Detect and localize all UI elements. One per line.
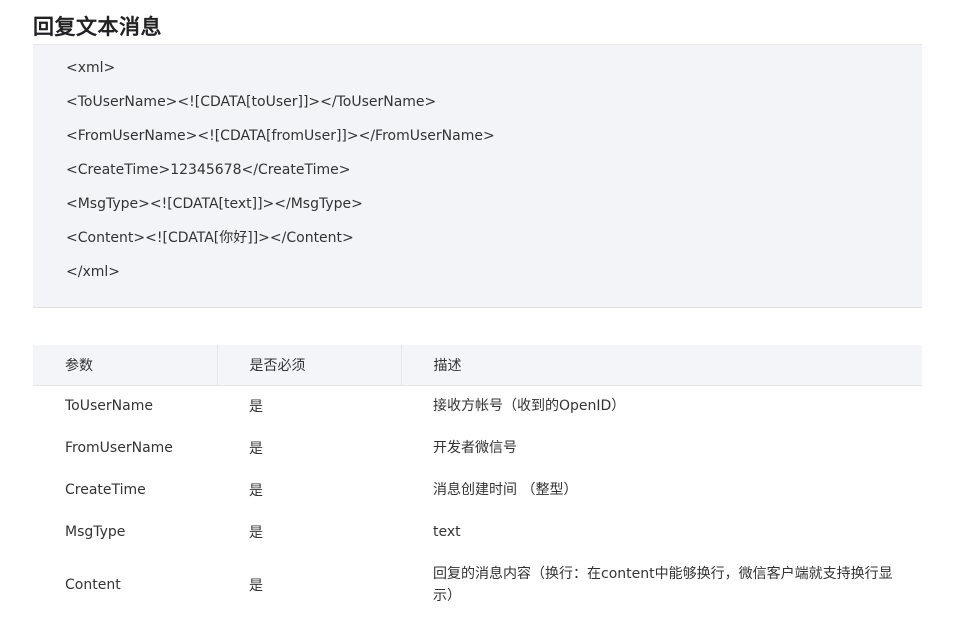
param-description: 接收方帐号（收到的OpenID） [433,398,626,415]
table-row: Content 是 回复的消息内容（换行：在content中能够换行，微信客户端… [33,553,922,617]
code-line: </xml> [66,264,120,280]
xml-code-block: <xml> <ToUserName><![CDATA[toUser]]></To… [33,44,922,308]
header-required: 是否必须 [217,345,402,386]
params-table: 参数 是否必须 描述 ToUserName 是 接收方帐号（收到的OpenID）… [33,345,922,617]
param-description: text [433,524,461,540]
param-required: 是 [249,483,263,499]
param-name: FromUserName [65,440,173,456]
table-row: ToUserName 是 接收方帐号（收到的OpenID） [33,385,922,427]
param-description: 开发者微信号 [433,440,517,456]
param-name: Content [65,577,121,593]
param-name: ToUserName [65,398,153,415]
table-row: FromUserName 是 开发者微信号 [33,427,922,469]
table-header-row: 参数 是否必须 描述 [33,345,922,386]
param-name: MsgType [65,524,126,540]
param-required: 是 [249,399,263,416]
param-required: 是 [249,578,263,594]
param-name: CreateTime [65,482,146,498]
header-param: 参数 [33,345,218,386]
header-description: 描述 [401,345,922,386]
code-line: <Content><![CDATA[你好]]></Content> [66,230,354,246]
doc-page: 回复文本消息 <xml> <ToUserName><![CDATA[toUser… [0,0,957,620]
param-required: 是 [249,525,263,541]
section-title: 回复文本消息 [33,15,162,39]
code-line: <CreateTime>12345678</CreateTime> [66,162,351,178]
code-line: <FromUserName><![CDATA[fromUser]]></From… [66,128,495,144]
code-line: <MsgType><![CDATA[text]]></MsgType> [66,196,363,212]
code-line: <xml> [66,60,116,76]
table-row: CreateTime 是 消息创建时间 （整型） [33,469,922,511]
param-description: 回复的消息内容（换行：在content中能够换行，微信客户端就支持换行显示） [433,566,893,604]
table-row: MsgType 是 text [33,511,922,553]
param-description: 消息创建时间 （整型） [433,482,578,498]
param-required: 是 [249,441,263,457]
code-line: <ToUserName><![CDATA[toUser]]></ToUserNa… [66,94,437,110]
